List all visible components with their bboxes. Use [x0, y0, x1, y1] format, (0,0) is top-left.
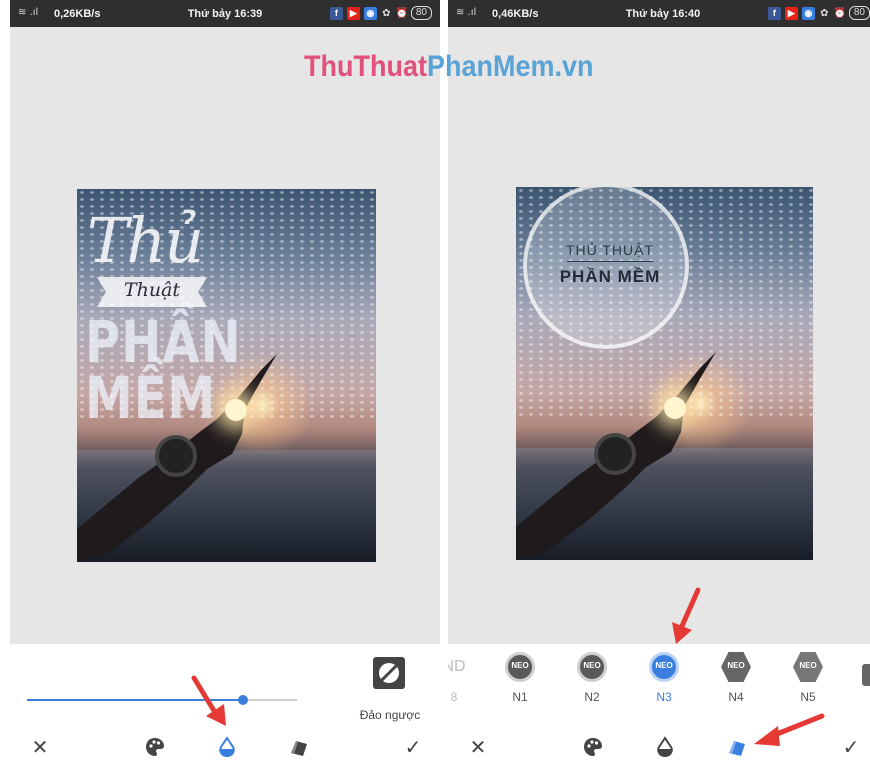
badge-item-n2[interactable]: NEO N2 [562, 652, 622, 704]
edit-panel: Đảo ngược ✕ ✓ [10, 644, 440, 771]
check-icon[interactable]: ✓ [840, 736, 862, 758]
badge-item-partial[interactable] [862, 664, 870, 686]
facebook-icon: f [329, 6, 343, 20]
badge-picker: ND 8 NEO N1 NEO N2 NEO N3 NEO N4 NEO N5 [448, 652, 870, 716]
opacity-drop-icon[interactable] [216, 736, 238, 758]
slider-thumb[interactable] [238, 695, 248, 705]
badge-divider [567, 261, 653, 262]
red-arrow-annotation [754, 713, 825, 746]
watermark: ThuThuatPhanMem.vn [304, 50, 594, 83]
badge-item-n4[interactable]: NEO N4 [706, 652, 766, 704]
left-screen: ≋ .ıl 0,26KB/s Thứ bảy 16:39 f ▶ ◉ ✿ ⏰ 8… [10, 0, 440, 771]
texture-icon[interactable] [726, 736, 748, 758]
facebook-icon: f [767, 6, 781, 20]
status-icons: f ▶ ◉ ✿ ⏰ 80 [329, 6, 432, 20]
close-icon[interactable]: ✕ [29, 736, 51, 758]
opacity-drop-icon[interactable] [654, 736, 676, 758]
invert-icon[interactable] [372, 656, 406, 690]
palette-icon[interactable] [582, 736, 604, 758]
youtube-icon: ▶ [346, 6, 360, 20]
badge-item-n5[interactable]: NEO N5 [778, 652, 838, 704]
battery-icon: 80 [848, 6, 870, 20]
badge-thumbnail: NEO [577, 652, 607, 682]
watch-image [594, 433, 636, 475]
invert-label[interactable]: Đảo ngược [345, 708, 435, 722]
badge-text-phan-mem: PHẦN MỀM [559, 267, 661, 286]
text-overlay-thu[interactable]: Thủ [87, 204, 204, 277]
red-arrow-annotation [191, 675, 226, 726]
sun-image [664, 397, 686, 419]
alarm-icon: ⏰ [833, 7, 847, 19]
badge-text-thu-thuat: THỦ THUẬT [565, 242, 655, 258]
sync-icon: ✿ [382, 7, 391, 19]
text-overlay-thuat[interactable]: Thuật [97, 279, 207, 301]
sync-icon: ✿ [820, 7, 829, 19]
badge-thumbnail: NEO [505, 652, 535, 682]
photo-canvas[interactable]: THỦ THUẬT PHẦN MỀM [516, 187, 813, 560]
badge-thumbnail-selected: NEO [649, 652, 679, 682]
badge-item-8[interactable]: ND 8 [448, 652, 484, 704]
battery-icon: 80 [410, 6, 432, 20]
alarm-icon: ⏰ [395, 7, 409, 19]
badge-item-n1[interactable]: NEO N1 [490, 652, 550, 704]
badge-thumbnail: NEO [721, 652, 751, 682]
badge-thumbnail: NEO [793, 652, 823, 682]
opacity-slider[interactable] [27, 695, 297, 705]
texture-icon[interactable] [288, 736, 310, 758]
palette-icon[interactable] [144, 736, 166, 758]
hand-silhouette [516, 352, 716, 560]
badge-item-n3[interactable]: NEO N3 [634, 652, 694, 704]
badge-panel: ND 8 NEO N1 NEO N2 NEO N3 NEO N4 NEO N5 [448, 644, 870, 771]
badge-overlay[interactable]: THỦ THUẬT PHẦN MỀM [523, 187, 689, 349]
status-bar: ≋ .ıl 0,46KB/s Thứ bảy 16:40 f ▶ ◉ ✿ ⏰ 8… [448, 0, 870, 27]
red-arrow-annotation [672, 587, 701, 644]
watch-image [155, 435, 197, 477]
youtube-icon: ▶ [784, 6, 798, 20]
text-overlay-mem[interactable]: MỀM [85, 365, 216, 432]
close-icon[interactable]: ✕ [467, 736, 489, 758]
app-icon: ◉ [801, 6, 815, 20]
app-icon: ◉ [363, 6, 377, 20]
check-icon[interactable]: ✓ [402, 736, 424, 758]
sun-image [225, 399, 247, 421]
status-icons: f ▶ ◉ ✿ ⏰ 80 [767, 6, 870, 20]
photo-canvas[interactable]: Thủ Thuật PHẦN MỀM [77, 189, 376, 562]
status-bar: ≋ .ıl 0,26KB/s Thứ bảy 16:39 f ▶ ◉ ✿ ⏰ 8… [10, 0, 440, 27]
right-screen: ≋ .ıl 0,46KB/s Thứ bảy 16:40 f ▶ ◉ ✿ ⏰ 8… [448, 0, 870, 771]
